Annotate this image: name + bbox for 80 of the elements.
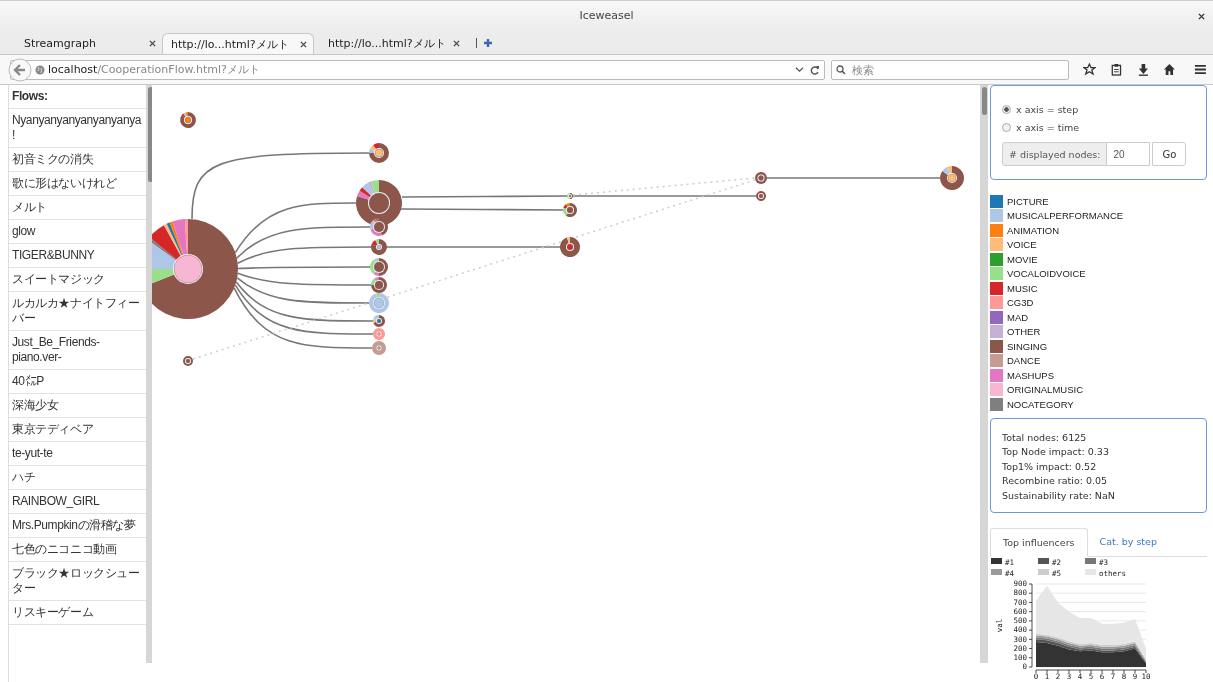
stat-text: Recombine ratio: 0.05: [1002, 474, 1109, 488]
stat-text: Total nodes: 6125: [1002, 430, 1088, 445]
legend-swatch: [1085, 557, 1096, 564]
field-label: # displayed nodes:: [1002, 142, 1108, 166]
close-icon[interactable]: [1198, 13, 1205, 20]
pie-node[interactable]: [369, 143, 389, 163]
pie-node[interactable]: [373, 328, 385, 340]
pie-node[interactable]: [371, 239, 387, 255]
browser-tab[interactable]: http://lo...html?メルト: [162, 33, 314, 54]
legend-label: NOCATEGORY: [1007, 398, 1074, 410]
legend-label: MASHUPS: [1007, 369, 1054, 381]
pie-node[interactable]: [180, 112, 196, 128]
search-icon: [835, 64, 846, 75]
panel-tab[interactable]: Cat. by step: [1087, 527, 1169, 556]
home-icon[interactable]: [1163, 63, 1177, 76]
close-icon[interactable]: [453, 40, 460, 47]
legend-label: SINGING: [1007, 340, 1048, 352]
panel-tab[interactable]: Top influencers: [990, 527, 1088, 557]
pie-node[interactable]: [370, 218, 388, 236]
tab-title: http://lo...html?メルト: [328, 36, 446, 51]
legend-swatch: [1085, 568, 1096, 575]
legend-label: OTHER: [1007, 326, 1041, 338]
menu-icon[interactable]: [1194, 63, 1207, 76]
new-tab-icon[interactable]: [476, 38, 493, 48]
legend-label: CG3D: [1007, 297, 1034, 309]
close-icon[interactable]: [149, 40, 156, 47]
legend-swatch: [991, 568, 1002, 575]
pie-node[interactable]: [940, 166, 964, 190]
legend-label: MAD: [1007, 311, 1029, 323]
window-title: Iceweasel: [579, 9, 634, 22]
bookmark-star-icon[interactable]: [1082, 63, 1096, 76]
pie-node[interactable]: [356, 180, 402, 226]
pie-node[interactable]: [371, 277, 387, 293]
nodes-count-field[interactable]: 20: [1107, 142, 1151, 166]
pie-node[interactable]: [369, 293, 389, 313]
radio-button[interactable]: [1002, 104, 1011, 114]
radio-label: x axis = time: [1016, 121, 1080, 133]
legend-swatch: [1038, 557, 1049, 564]
dropdown-icon[interactable]: [794, 66, 804, 73]
globe-icon: [35, 64, 45, 75]
legend-label: VOICE: [1007, 239, 1037, 251]
reload-icon[interactable]: [809, 64, 820, 75]
radio-button[interactable]: [1002, 122, 1011, 132]
legend-swatch: [1038, 568, 1049, 575]
pie-node[interactable]: [373, 315, 385, 327]
legend-label: ANIMATION: [1007, 224, 1060, 236]
radio-label: x axis = step: [1016, 103, 1079, 115]
browser-tab[interactable]: http://lo...html?メルト: [314, 33, 466, 54]
pie-node[interactable]: [560, 237, 580, 257]
back-button[interactable]: [8, 57, 32, 82]
tab-title: http://lo...html?メルト: [171, 36, 289, 52]
go-button[interactable]: Go: [1152, 142, 1187, 166]
browser-tab[interactable]: Streamgraph: [10, 33, 162, 54]
clipboard-icon[interactable]: [1109, 63, 1123, 76]
pie-node[interactable]: [563, 203, 577, 217]
search-field[interactable]: 検索: [830, 59, 1069, 80]
legend-label: MUSIC: [1007, 282, 1038, 294]
legend-label: MUSICALPERFORMANCE: [1007, 210, 1124, 222]
stat-text: Top Node impact: 0.33: [1002, 445, 1110, 459]
pie-node[interactable]: [370, 258, 388, 276]
stat-text: Sustainability rate: NaN: [1002, 488, 1116, 503]
tab-title: Streamgraph: [24, 37, 96, 50]
pie-node[interactable]: [755, 172, 767, 184]
pie-node[interactable]: [183, 356, 193, 366]
close-icon[interactable]: [300, 40, 307, 48]
pie-node[interactable]: [756, 191, 766, 201]
scrollbar[interactable]: [146, 85, 152, 663]
pie-node[interactable]: [372, 341, 386, 355]
legend-label: MOVIE: [1007, 253, 1038, 265]
scrollbar[interactable]: [980, 85, 988, 663]
legend-label: VOCALOIDVOICE: [1007, 268, 1086, 280]
legend-swatch: [991, 557, 1002, 564]
legend-label: PICTURE: [1007, 195, 1049, 207]
pie-node[interactable]: [152, 219, 238, 319]
legend-label: DANCE: [1007, 355, 1041, 367]
url-field[interactable]: localhost/CooperationFlow.html?メルト: [10, 59, 825, 80]
stat-text: Top1% impact: 0.52: [1002, 459, 1098, 474]
download-icon[interactable]: [1136, 63, 1150, 76]
legend-label: ORIGINALMUSIC: [1007, 384, 1083, 396]
pie-node[interactable]: [567, 193, 573, 199]
